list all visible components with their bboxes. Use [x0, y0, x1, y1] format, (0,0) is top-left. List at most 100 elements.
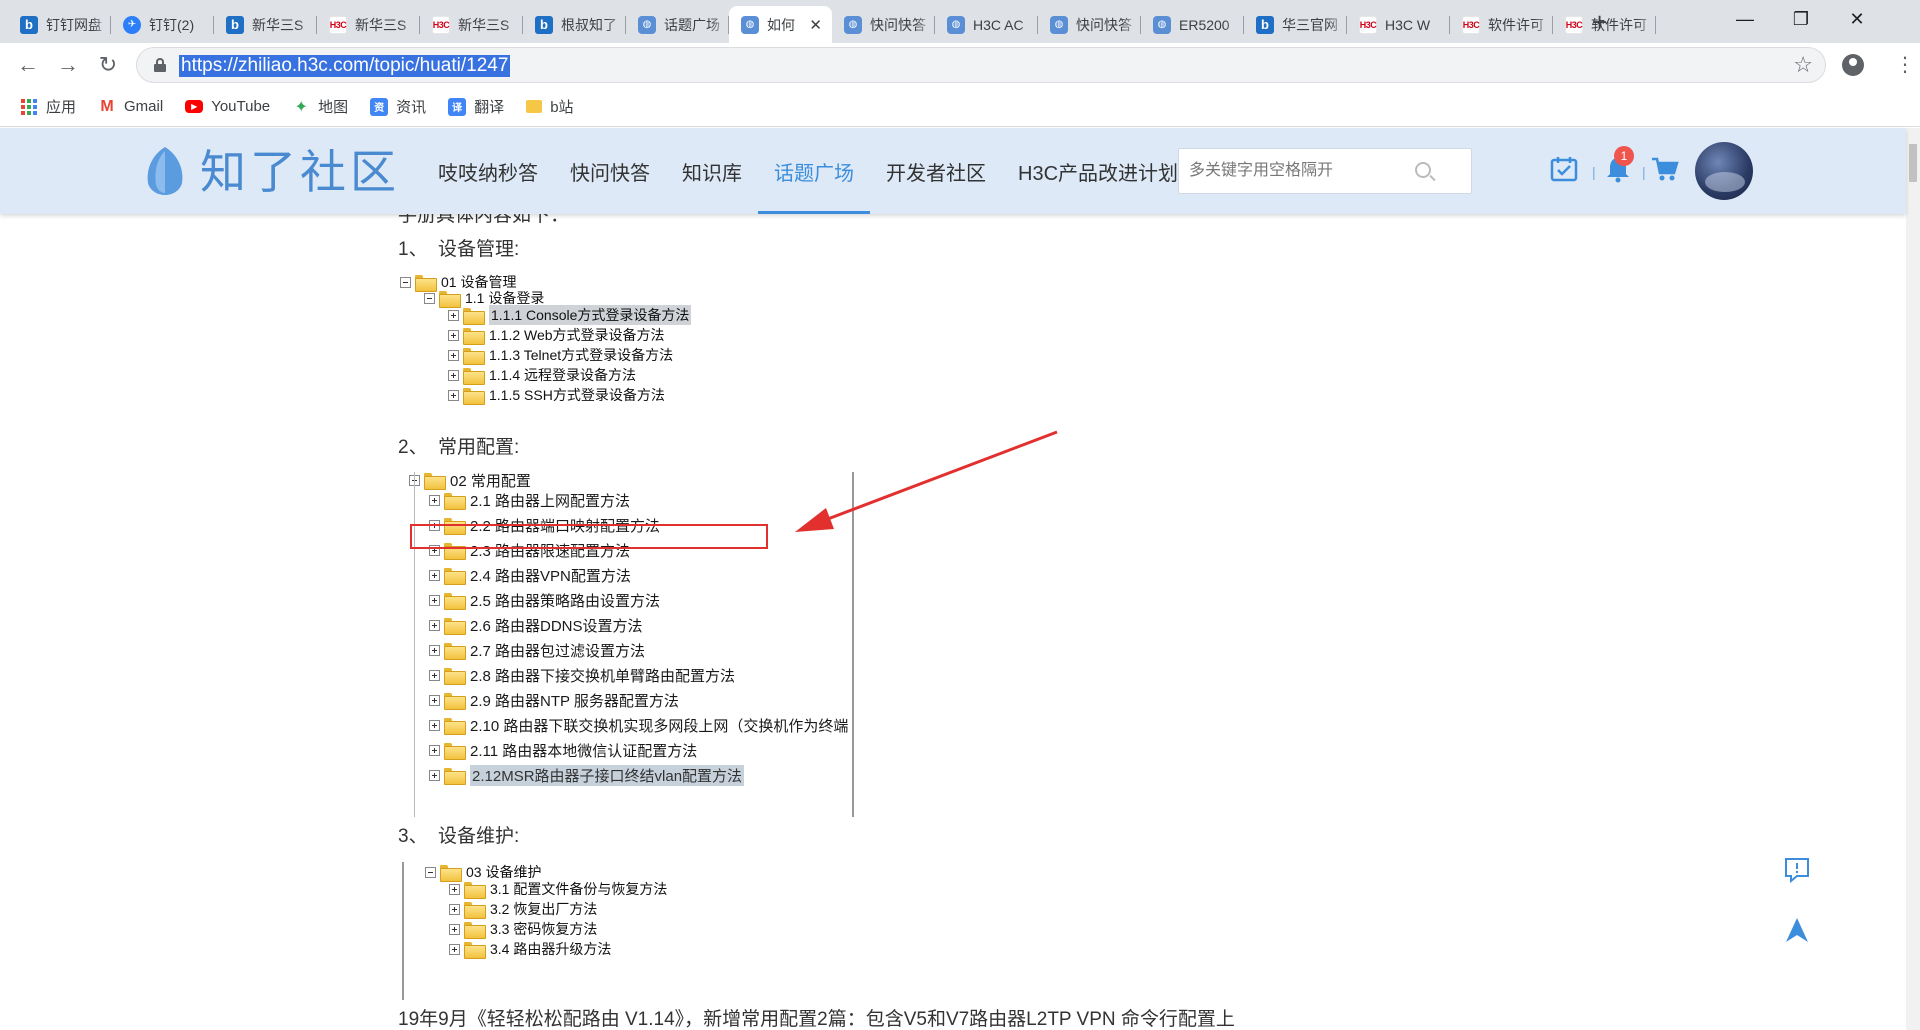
- close-tab-icon[interactable]: ✕: [809, 16, 822, 34]
- browser-tab[interactable]: ◍ 如何 ✕: [729, 6, 832, 43]
- tree-node-label: 3.3 密码恢复方法: [490, 921, 598, 937]
- nav-item[interactable]: 快问快答: [554, 128, 666, 214]
- restore-button[interactable]: ❐: [1773, 0, 1829, 38]
- bookmark-label: 翻译: [474, 99, 505, 116]
- tab-title: H3C AC: [973, 16, 1024, 33]
- bookmark-gmail[interactable]: M Gmail: [98, 98, 163, 116]
- folder-icon: [464, 941, 486, 959]
- browser-tab[interactable]: ◍ ER5200: [1141, 6, 1244, 43]
- user-avatar[interactable]: [1695, 142, 1753, 200]
- browser-tab[interactable]: ✈ 钉钉(2): [111, 6, 214, 43]
- folder-icon: [463, 367, 485, 385]
- tree-node: 2.12MSR路由器子接口终结vlan配置方法: [429, 764, 745, 786]
- cicada-logo-icon[interactable]: [142, 145, 188, 197]
- site-nav: 吱吱纳秒答 快问快答 知识库 话题广场 开发者社区 H3C产品改进计划: [422, 128, 1194, 214]
- address-bar[interactable]: https://zhiliao.h3c.com/topic/huati/1247…: [136, 47, 1826, 83]
- browser-tab[interactable]: b 新华三S: [214, 6, 317, 43]
- browser-tab[interactable]: b 华三官网: [1244, 6, 1347, 43]
- tree-node-label: 2.4 路由器VPN配置方法: [470, 567, 631, 585]
- site-logo-text[interactable]: 知了社区: [200, 146, 400, 198]
- scrollbar-thumb[interactable]: [1909, 144, 1917, 182]
- profile-icon[interactable]: [1842, 54, 1864, 76]
- browser-tab[interactable]: H3C 新华三S: [317, 6, 420, 43]
- bing-favicon-icon: b: [535, 15, 553, 34]
- folder-icon: [439, 290, 461, 308]
- zl-favicon-icon: ◍: [638, 15, 656, 34]
- browser-tab[interactable]: H3C 软件许可: [1553, 6, 1656, 43]
- minimize-button[interactable]: —: [1717, 0, 1773, 38]
- bookmark-maps[interactable]: ✦ 地图: [292, 96, 348, 117]
- tree-node-label: 2.1 路由器上网配置方法: [470, 492, 631, 510]
- browser-tab[interactable]: b 根叔知了: [523, 6, 626, 43]
- browser-tab-strip: + — ❐ ✕ b 钉钉网盘 ✈ 钉钉(2) b 新华三S H3C 新华三S H3C 新华三S b 根…: [0, 0, 1920, 43]
- tab-title: 快问快答: [1076, 16, 1132, 33]
- h3c-favicon-icon: H3C: [1565, 15, 1583, 34]
- collapse-toggle-icon: [425, 866, 436, 878]
- nav-item[interactable]: 话题广场: [758, 128, 870, 214]
- folder-icon: [444, 742, 466, 760]
- search-input[interactable]: [1179, 149, 1419, 193]
- nav-item[interactable]: H3C产品改进计划: [1002, 128, 1194, 214]
- news-icon: 资: [370, 97, 389, 116]
- tab-title: 新华三S: [355, 16, 407, 33]
- browser-tab[interactable]: H3C 新华三S: [420, 6, 523, 43]
- tree-node: 2.1 路由器上网配置方法: [429, 489, 630, 511]
- tree-node: 2.11 路由器本地微信认证配置方法: [429, 739, 697, 761]
- reload-button[interactable]: ↻: [92, 49, 124, 81]
- device-management-tree-image: 01 设备管理 1.1 设备登录 1.1.1 Console方式登录设备方法 1.1.…: [400, 272, 720, 412]
- folder-icon: [444, 617, 466, 635]
- expand-toggle-icon: [429, 769, 440, 781]
- browser-tab[interactable]: H3C 软件许可: [1450, 6, 1553, 43]
- bookmark-translate[interactable]: 译翻译: [448, 96, 504, 117]
- url-text[interactable]: https://zhiliao.h3c.com/topic/huati/1247: [179, 55, 511, 77]
- tree-node-label: 2.12MSR路由器子接口终结vlan配置方法: [470, 764, 745, 786]
- section-heading: 2、 常用配置:: [398, 437, 520, 458]
- folder-icon: [444, 767, 466, 785]
- article-content: 手册具体内容如下： 1、 设备管理: 2、 常用配置: 3、 设备维护: 01 设备管…: [0, 214, 1906, 1030]
- browser-tab[interactable]: b 钉钉网盘: [8, 6, 111, 43]
- tree-node-label: 2.11 路由器本地微信认证配置方法: [470, 742, 698, 760]
- forward-button[interactable]: →: [52, 49, 84, 81]
- tree-node: 02 常用配置: [409, 469, 531, 491]
- bing-favicon-icon: b: [20, 15, 38, 34]
- cart-icon[interactable]: [1651, 155, 1679, 183]
- browser-tab[interactable]: ◍ 话题广场: [626, 6, 729, 43]
- tree-node: 1.1.1 Console方式登录设备方法: [448, 305, 692, 325]
- h3c-favicon-icon: H3C: [432, 15, 450, 34]
- expand-toggle-icon: [429, 744, 440, 756]
- browser-toolbar: ← → ↻ https://zhiliao.h3c.com/topic/huat…: [0, 43, 1920, 87]
- bookmark-folder[interactable]: b站: [526, 96, 574, 117]
- folder-icon: [444, 667, 466, 685]
- tree-node: 1.1.5 SSH方式登录设备方法: [448, 385, 665, 405]
- nav-item[interactable]: 知识库: [666, 128, 758, 214]
- page-scrollbar[interactable]: [1906, 128, 1920, 1030]
- browser-tab[interactable]: H3C H3C W: [1347, 6, 1450, 43]
- back-to-top-icon[interactable]: [1783, 916, 1811, 944]
- bookmark-star-icon[interactable]: ☆: [1793, 52, 1813, 78]
- close-window-button[interactable]: ✕: [1829, 0, 1885, 38]
- nav-item[interactable]: 吱吱纳秒答: [422, 128, 554, 214]
- bookmark-apps[interactable]: 应用: [20, 96, 76, 117]
- calendar-check-icon[interactable]: [1550, 155, 1578, 183]
- browser-tab[interactable]: ◍ H3C AC: [935, 6, 1038, 43]
- search-icon[interactable]: [1415, 162, 1431, 178]
- back-button[interactable]: ←: [12, 49, 44, 81]
- apps-icon: [20, 98, 38, 116]
- zl-favicon-icon: ◍: [1050, 15, 1068, 34]
- tab-title: 新华三S: [458, 16, 510, 33]
- nav-item[interactable]: 开发者社区: [870, 128, 1002, 214]
- tree-node-label: 2.8 路由器下接交换机单臂路由配置方法: [470, 667, 736, 685]
- bookmark-label: 资讯: [396, 99, 427, 116]
- bookmark-youtube[interactable]: ▶ YouTube: [185, 98, 270, 115]
- folder-icon: [463, 307, 485, 325]
- maps-icon: ✦: [294, 98, 308, 116]
- browser-tab[interactable]: ◍ 快问快答: [1038, 6, 1141, 43]
- browser-tab[interactable]: ◍ 快问快答: [832, 6, 935, 43]
- highlight-box: [410, 524, 768, 549]
- bookmark-news[interactable]: 资资讯: [370, 96, 426, 117]
- bookmark-label: YouTube: [211, 98, 271, 115]
- collapse-toggle-icon: [400, 276, 411, 288]
- feedback-icon[interactable]: [1783, 856, 1811, 884]
- tree-node: 1.1.2 Web方式登录设备方法: [448, 325, 665, 345]
- browser-menu-icon[interactable]: ⋮: [1895, 53, 1915, 77]
